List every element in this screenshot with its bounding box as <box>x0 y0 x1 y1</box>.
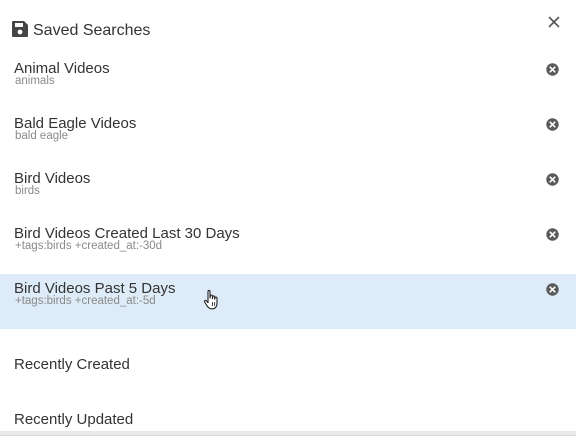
saved-search-item[interactable]: Bird Videos Created Last 30 Days +tags:b… <box>0 219 576 274</box>
saved-search-name: Recently Created <box>14 356 130 373</box>
remove-search-icon[interactable] <box>546 283 559 296</box>
saved-search-query: +tags:birds +created_at:-30d <box>15 240 163 252</box>
remove-search-icon[interactable] <box>546 228 559 241</box>
saved-search-item[interactable]: Animal Videos animals <box>0 54 576 109</box>
remove-search-icon[interactable] <box>546 63 559 76</box>
saved-search-item[interactable]: Bald Eagle Videos bald eagle <box>0 109 576 164</box>
saved-search-query: +tags:birds +created_at:-5d <box>15 295 156 307</box>
remove-search-icon[interactable] <box>546 118 559 131</box>
saved-search-item[interactable]: Recently Created <box>0 329 576 384</box>
dialog-title: Saved Searches <box>33 22 151 39</box>
saved-search-item[interactable]: Bird Videos birds <box>0 164 576 219</box>
saved-search-query: birds <box>15 185 40 197</box>
saved-search-name: Recently Updated <box>14 411 134 428</box>
remove-search-icon[interactable] <box>546 173 559 186</box>
close-icon[interactable] <box>546 14 562 30</box>
saved-searches-dialog: Saved Searches Animal Videos animals Bal… <box>0 0 576 436</box>
dialog-header: Saved Searches <box>0 0 576 54</box>
dialog-bottom-edge <box>0 431 576 435</box>
saved-search-list: Animal Videos animals Bald Eagle Videos … <box>0 54 576 439</box>
saved-search-item-highlighted[interactable]: Bird Videos Past 5 Days +tags:birds +cre… <box>0 274 576 329</box>
saved-search-query: bald eagle <box>15 130 69 142</box>
floppy-disk-icon <box>12 21 28 37</box>
saved-search-query: animals <box>15 75 55 87</box>
